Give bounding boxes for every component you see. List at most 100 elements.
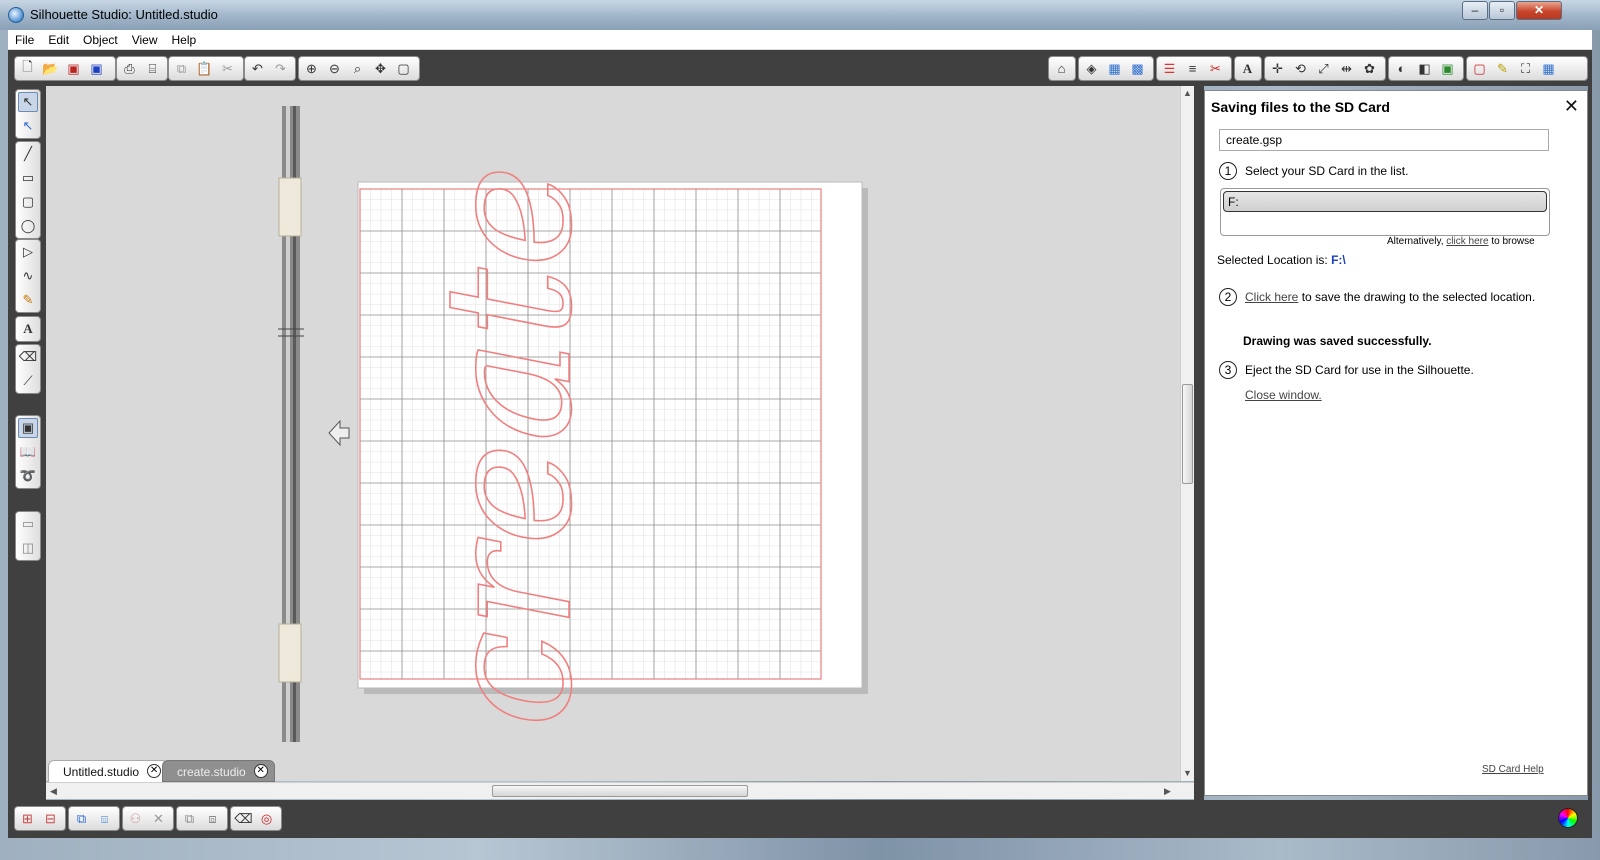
eraser-tool-icon[interactable]: ⌫ — [18, 347, 38, 367]
replicate-icon[interactable]: ✿ — [1360, 59, 1379, 78]
close-window-link[interactable]: Close window. — [1245, 388, 1322, 402]
save-icon[interactable]: ▣ — [64, 59, 83, 78]
scroll-right-icon[interactable]: ▶ — [1164, 786, 1171, 797]
vertical-scroll-thumb[interactable] — [1182, 384, 1193, 484]
text-tool-icon[interactable]: A — [18, 319, 38, 339]
menu-edit[interactable]: Edit — [41, 30, 76, 48]
single-view-icon[interactable]: ▭ — [18, 514, 38, 534]
menu-help[interactable]: Help — [165, 30, 204, 48]
bring-forward-icon[interactable]: ⧉ — [180, 809, 199, 828]
close-tab-icon[interactable]: ✕ — [253, 764, 268, 778]
polygon-tool-icon[interactable]: ▷ — [18, 242, 38, 262]
fill-icon[interactable]: ◈ — [1082, 59, 1101, 78]
fullscreen-icon[interactable]: ⛶ — [1516, 59, 1535, 78]
new-document-icon[interactable]: 🗋 — [18, 59, 37, 78]
move-icon[interactable]: ⇹ — [1337, 59, 1356, 78]
location-value: F:\ — [1331, 253, 1346, 267]
compound-path-icon[interactable]: ⧉ — [72, 809, 91, 828]
redo-icon[interactable]: ↷ — [271, 59, 290, 78]
tab-untitled[interactable]: Untitled.studio ✕ — [48, 760, 169, 782]
vertical-scrollbar[interactable]: ▲ ▼ — [1180, 86, 1194, 781]
menu-file[interactable]: File — [8, 30, 41, 48]
cut-style-icon[interactable]: ✂ — [1206, 59, 1225, 78]
grid-icon[interactable]: ▩ — [1128, 59, 1147, 78]
undo-icon[interactable]: ↶ — [248, 59, 267, 78]
zoom-out-icon[interactable]: ⊖ — [325, 59, 344, 78]
menu-object[interactable]: Object — [76, 30, 125, 48]
eraser-bottom-icon[interactable]: ⌫ — [234, 809, 253, 828]
step-two-text: Click here to save the drawing to the se… — [1245, 290, 1535, 304]
copy-icon[interactable]: ⧉ — [172, 59, 191, 78]
scroll-left-icon[interactable]: ◀ — [50, 786, 57, 797]
rectangle-tool-icon[interactable]: ▭ — [18, 168, 38, 188]
line-tool-icon[interactable]: ╱ — [18, 144, 38, 164]
cut-lines-icon[interactable]: ▢ — [1470, 59, 1489, 78]
list-item[interactable]: F: — [1223, 191, 1547, 212]
cut-settings-icon[interactable]: ⌸ — [143, 59, 162, 78]
tab-label: Untitled.studio — [63, 765, 140, 779]
minimize-button[interactable]: – — [1462, 1, 1488, 20]
line-style-icon[interactable]: ≡ — [1183, 59, 1202, 78]
sketch-icon[interactable]: ✎ — [1493, 59, 1512, 78]
save-here-link[interactable]: Click here — [1245, 290, 1298, 304]
menu-view[interactable]: View — [125, 30, 165, 48]
scroll-up-icon[interactable]: ▲ — [1183, 88, 1192, 98]
step-three-marker: 3 — [1219, 361, 1237, 379]
color-wheel-icon[interactable] — [1558, 808, 1578, 828]
close-panel-icon[interactable]: ✕ — [1564, 97, 1579, 115]
ungroup-icon[interactable]: ⊟ — [41, 809, 60, 828]
curve-tool-icon[interactable]: ∿ — [18, 266, 38, 286]
scale-icon[interactable]: ⤢ — [1314, 59, 1333, 78]
weld-tools: ⚇ ✕ — [122, 806, 174, 831]
zoom-select-icon[interactable]: ⌕ — [348, 59, 367, 78]
pan-icon[interactable]: ✥ — [371, 59, 390, 78]
scissors-icon[interactable]: ✂ — [218, 59, 237, 78]
open-folder-icon[interactable]: 📂 — [41, 59, 60, 78]
horizontal-scrollbar[interactable]: ◀ ▶ — [46, 782, 1194, 799]
maximize-button[interactable]: ▫ — [1489, 1, 1515, 20]
fit-page-icon[interactable]: ▢ — [394, 59, 413, 78]
offset-icon[interactable]: ◧ — [1415, 59, 1434, 78]
release-compound-icon[interactable]: ⧈ — [95, 809, 114, 828]
weld-icon[interactable]: ⚇ — [126, 809, 145, 828]
design-canvas[interactable]: create — [46, 86, 1180, 781]
target-icon[interactable]: ◎ — [257, 809, 276, 828]
paste-icon[interactable]: 📋 — [195, 59, 214, 78]
knife-tool-icon[interactable]: ⟋ — [18, 371, 38, 391]
close-tab-icon[interactable]: ✕ — [147, 764, 162, 778]
library-icon[interactable]: ▦ — [1539, 59, 1558, 78]
point-edit-icon[interactable]: ↖ — [18, 116, 38, 136]
horizontal-scroll-thumb[interactable] — [492, 785, 748, 797]
design-text-create[interactable]: create — [407, 163, 612, 728]
delete-icon[interactable]: ✕ — [149, 809, 168, 828]
line-color-icon[interactable]: ☰ — [1160, 59, 1179, 78]
select-arrow-icon[interactable]: ↖ — [18, 92, 38, 112]
close-window-button[interactable]: ✕ — [1516, 1, 1562, 20]
print-icon[interactable]: ⎙ — [120, 59, 139, 78]
lasso-icon[interactable]: ➰ — [18, 466, 38, 486]
design-page-icon[interactable]: ▣ — [18, 418, 38, 438]
modify-icon[interactable]: ◐ — [1392, 59, 1411, 78]
freehand-tool-icon[interactable]: ✎ — [18, 290, 38, 310]
split-view-icon[interactable]: ◫ — [18, 538, 38, 558]
tab-create[interactable]: create.studio ✕ — [162, 760, 275, 782]
ellipse-tool-icon[interactable]: ◯ — [18, 216, 38, 236]
scroll-down-icon[interactable]: ▼ — [1183, 768, 1192, 778]
align-icon[interactable]: ✛ — [1268, 59, 1287, 78]
save-to-sd-icon[interactable]: ▣ — [87, 59, 106, 78]
rotate-icon[interactable]: ⟲ — [1291, 59, 1310, 78]
library-book-icon[interactable]: 📖 — [18, 442, 38, 462]
rounded-rectangle-tool-icon[interactable]: ▢ — [18, 192, 38, 212]
browse-link[interactable]: click here — [1446, 236, 1488, 247]
group-icon[interactable]: ⊞ — [18, 809, 37, 828]
zoom-in-icon[interactable]: ⊕ — [302, 59, 321, 78]
filename-input[interactable] — [1219, 129, 1549, 151]
text-style-icon[interactable]: A — [1238, 59, 1257, 78]
sd-card-help-link[interactable]: SD Card Help — [1482, 764, 1544, 775]
trace-icon[interactable]: ▣ — [1438, 59, 1457, 78]
send-backward-icon[interactable]: ⧈ — [203, 809, 222, 828]
menu-bar: File Edit Object View Help — [8, 30, 1592, 50]
sd-card-list[interactable]: F: — [1220, 188, 1550, 236]
page-setup-icon[interactable]: ▦ — [1105, 59, 1124, 78]
store-icon[interactable]: ⌂ — [1052, 59, 1071, 78]
